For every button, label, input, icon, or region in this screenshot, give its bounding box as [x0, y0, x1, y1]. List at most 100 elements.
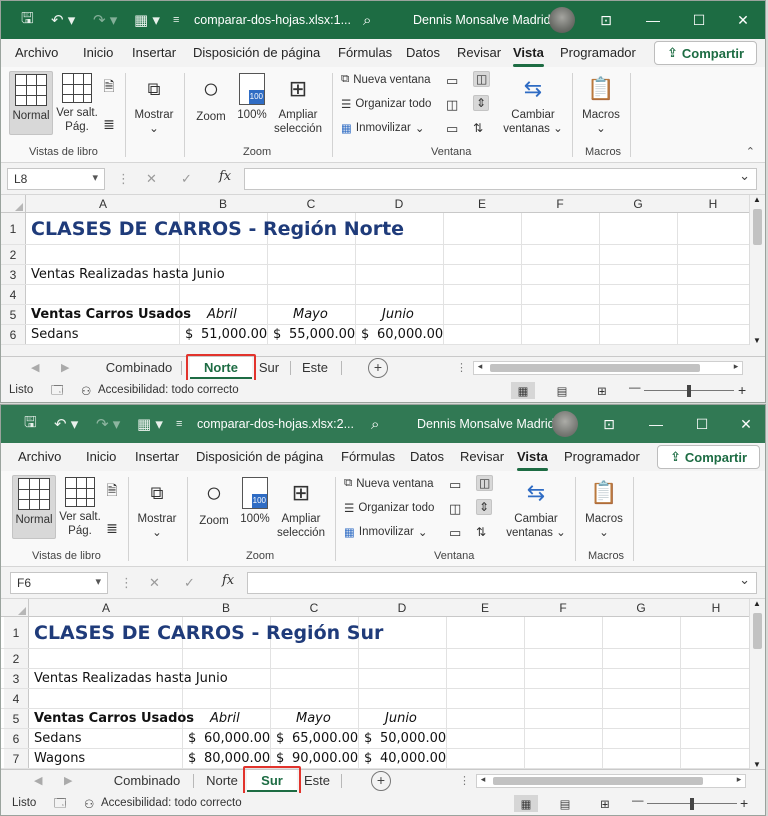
user-name[interactable]: Dennis Monsalve Madrid: [417, 405, 555, 443]
save-icon[interactable]: 🖫: [21, 1, 34, 39]
tab-revisar[interactable]: Revisar: [457, 45, 501, 60]
share-button[interactable]: ⇪ Compartir: [657, 445, 760, 469]
sync-scroll-icon[interactable]: ⇕: [473, 95, 490, 111]
column-header-b[interactable]: B: [182, 601, 270, 615]
column-header-c[interactable]: C: [270, 601, 358, 615]
tab-este[interactable]: Este: [295, 357, 335, 379]
prev-sheet-icon[interactable]: ◀: [34, 774, 42, 787]
vertical-scrollbar[interactable]: ▲ ▼: [749, 599, 765, 769]
row-header[interactable]: 7: [4, 749, 29, 768]
data-cell[interactable]: 65,000.00: [292, 729, 358, 748]
reset-position-icon[interactable]: ⇅: [473, 121, 483, 135]
page-layout-icon[interactable]: 🗎: [99, 79, 119, 93]
zoom-out-icon[interactable]: —: [632, 795, 644, 807]
data-cell[interactable]: Wagons: [34, 749, 85, 768]
name-box[interactable]: L8: [7, 168, 105, 190]
tab-revisar[interactable]: Revisar: [460, 449, 504, 464]
new-window-button[interactable]: ⧉ Nueva ventana: [344, 477, 434, 490]
split-icon[interactable]: ▭: [446, 73, 458, 89]
arrange-all-button[interactable]: ☰ Organizar todo: [341, 97, 431, 111]
zoom-button[interactable]: ○ Zoom: [194, 477, 234, 528]
page-layout-icon[interactable]: ▤: [550, 382, 574, 399]
column-header-d[interactable]: D: [358, 601, 446, 615]
row-header[interactable]: 3: [1, 265, 26, 284]
share-button[interactable]: ⇪ Compartir: [654, 41, 757, 65]
switch-windows-button[interactable]: ⇆ Cambiar ventanas ⌄: [504, 477, 568, 540]
redo-icon[interactable]: ↷ ▾: [93, 1, 117, 39]
add-sheet-button[interactable]: +: [368, 358, 388, 378]
scroll-down-icon[interactable]: ▼: [753, 760, 761, 769]
add-sheet-button[interactable]: +: [371, 771, 391, 791]
close-icon[interactable]: ✕: [723, 1, 763, 39]
accessibility-icon[interactable]: ⚇: [81, 384, 91, 398]
tab-insertar[interactable]: Insertar: [132, 45, 176, 60]
freeze-panes-button[interactable]: ▦ Inmovilizar ⌄: [341, 121, 424, 135]
data-cell[interactable]: 51,000.00: [201, 325, 267, 344]
column-header-e[interactable]: E: [446, 601, 524, 615]
zoom-in-icon[interactable]: +: [738, 382, 746, 398]
row-header[interactable]: 4: [1, 285, 26, 304]
new-window-button[interactable]: ⧉ Nueva ventana: [341, 73, 431, 86]
quick-access-menu-icon[interactable]: ≡: [173, 1, 179, 39]
scrollbar-thumb[interactable]: [493, 777, 703, 785]
page-break-preview-icon[interactable]: ⊞: [590, 382, 614, 399]
tab-vista[interactable]: Vista: [517, 449, 548, 471]
cancel-icon[interactable]: ✕: [146, 171, 157, 187]
tab-inicio[interactable]: Inicio: [86, 449, 116, 464]
row-header[interactable]: 2: [4, 649, 29, 668]
zoom-button[interactable]: ○ Zoom: [191, 73, 231, 124]
customize-icon[interactable]: ▦ ▾: [134, 1, 160, 39]
data-cell[interactable]: 40,000.00: [380, 749, 446, 768]
tab-formulas[interactable]: Fórmulas: [341, 449, 395, 464]
row-header[interactable]: 6: [1, 325, 26, 344]
tab-programador[interactable]: Programador: [564, 449, 640, 464]
undo-icon[interactable]: ↶ ▾: [51, 1, 75, 39]
data-cell[interactable]: 60,000.00: [204, 729, 270, 748]
row-header[interactable]: 2: [1, 245, 26, 264]
formula-input[interactable]: [247, 572, 757, 594]
column-header-h[interactable]: H: [677, 197, 749, 211]
horizontal-scrollbar[interactable]: ◂ ▸: [476, 774, 746, 788]
tab-programador[interactable]: Programador: [560, 45, 636, 60]
quick-access-menu-icon[interactable]: ≡: [176, 405, 182, 443]
header-cell[interactable]: Abril: [210, 709, 240, 728]
name-box[interactable]: F6: [10, 572, 108, 594]
row-header[interactable]: 6: [4, 729, 29, 748]
vertical-scrollbar[interactable]: ▲ ▼: [749, 195, 765, 345]
macro-record-icon[interactable]: 🗔: [54, 796, 66, 815]
enter-icon[interactable]: ✓: [184, 575, 195, 591]
tab-sur[interactable]: Sur: [254, 357, 284, 379]
hide-icon[interactable]: ◫: [449, 501, 461, 517]
header-cell[interactable]: Abril: [207, 305, 237, 324]
tab-combinado[interactable]: Combinado: [99, 357, 179, 379]
scrollbar-thumb[interactable]: [753, 613, 762, 649]
tab-disposicion[interactable]: Disposición de página: [196, 449, 323, 464]
scrollbar-thumb[interactable]: [753, 209, 762, 245]
column-header-a[interactable]: A: [30, 601, 182, 615]
column-header-f[interactable]: F: [521, 197, 599, 211]
row-header[interactable]: 5: [1, 305, 26, 324]
column-header-e[interactable]: E: [443, 197, 521, 211]
insert-function-icon[interactable]: fx: [222, 573, 234, 588]
zoom-100-button[interactable]: 100 100%: [235, 73, 269, 122]
side-by-side-icon[interactable]: ◫: [476, 475, 494, 491]
scroll-down-icon[interactable]: ▼: [753, 336, 761, 345]
zoom-in-icon[interactable]: +: [740, 795, 748, 811]
sync-scroll-icon[interactable]: ⇕: [476, 499, 493, 515]
select-all-button[interactable]: [1, 195, 26, 213]
page-layout-icon[interactable]: 🗎: [102, 483, 122, 497]
undo-icon[interactable]: ↶ ▾: [54, 405, 78, 443]
data-cell[interactable]: 90,000.00: [292, 749, 358, 768]
zoom-out-icon[interactable]: —: [629, 382, 641, 394]
prev-sheet-icon[interactable]: ◀: [31, 361, 39, 374]
mostrar-button[interactable]: ⧉ Mostrar ⌄: [131, 73, 177, 136]
scroll-left-icon[interactable]: ◂: [477, 774, 489, 785]
freeze-panes-button[interactable]: ▦ Inmovilizar ⌄: [344, 525, 427, 539]
custom-views-icon[interactable]: ≣: [102, 521, 122, 535]
accessibility-status[interactable]: Accesibilidad: todo correcto: [101, 797, 242, 809]
column-header-a[interactable]: A: [27, 197, 179, 211]
data-cell[interactable]: 60,000.00: [377, 325, 443, 344]
normal-view-icon[interactable]: ▦: [514, 795, 538, 812]
column-header-g[interactable]: G: [602, 601, 680, 615]
column-header-h[interactable]: H: [680, 601, 752, 615]
